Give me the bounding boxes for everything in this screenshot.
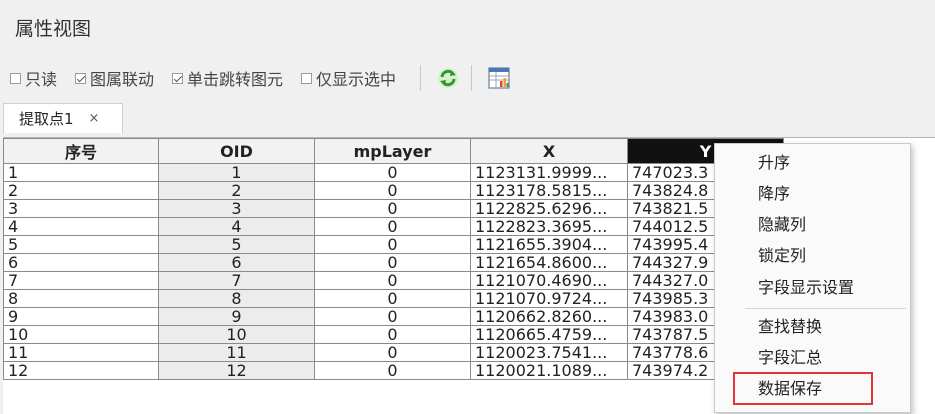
cell-mplayer[interactable]: 0 (314, 361, 471, 380)
cell-mplayer[interactable]: 0 (314, 307, 471, 326)
column-header-x[interactable]: X (470, 138, 628, 164)
checkbox-label: 仅显示选中 (316, 70, 397, 89)
table-row[interactable]: 12 12 0 1120021.1089... 743974.2 (3, 361, 784, 380)
cell-index[interactable]: 4 (3, 217, 159, 236)
cell-oid[interactable]: 3 (158, 199, 315, 218)
readonly-checkbox[interactable]: 只读 (10, 66, 57, 90)
cell-mplayer[interactable]: 0 (314, 271, 471, 290)
refresh-icon (438, 68, 459, 88)
cell-mplayer[interactable]: 0 (314, 217, 471, 236)
table-row[interactable]: 1 1 0 1123131.9999... 747023.3 (3, 163, 784, 182)
menu-item-hide-column[interactable]: 隐藏列 (758, 212, 806, 238)
cell-index[interactable]: 10 (3, 325, 159, 344)
cell-index[interactable]: 5 (3, 235, 159, 254)
cell-mplayer[interactable]: 0 (314, 163, 471, 182)
toolbar-divider (420, 65, 422, 91)
cell-oid[interactable]: 8 (158, 289, 315, 308)
cell-x[interactable]: 1120662.8260... (470, 307, 628, 326)
click-jump-checkbox[interactable]: 单击跳转图元 (172, 66, 283, 90)
table-row[interactable]: 3 3 0 1122825.6296... 743821.5 (3, 199, 784, 218)
cell-oid[interactable]: 12 (158, 361, 315, 380)
column-header-oid[interactable]: OID (158, 138, 315, 164)
cell-index[interactable]: 3 (3, 199, 159, 218)
table-row[interactable]: 8 8 0 1121070.9724... 743985.3 (3, 289, 784, 308)
table-row[interactable]: 2 2 0 1123178.5815... 743824.8 (3, 181, 784, 200)
cell-x[interactable]: 1121070.4690... (470, 271, 628, 290)
cell-x[interactable]: 1120665.4759... (470, 325, 628, 344)
table-row[interactable]: 7 7 0 1121070.4690... 744327.0 (3, 271, 784, 290)
window-title: 属性视图 (15, 18, 92, 40)
cell-mplayer[interactable]: 0 (314, 289, 471, 308)
table-row[interactable]: 9 9 0 1120662.8260... 743983.0 (3, 307, 784, 326)
table-chart-icon (488, 67, 510, 89)
table-row[interactable]: 4 4 0 1122823.3695... 744012.5 (3, 217, 784, 236)
checkbox-label: 图属联动 (90, 70, 155, 89)
column-header-mplayer[interactable]: mpLayer (314, 138, 471, 164)
menu-item-field-display-settings[interactable]: 字段显示设置 (758, 275, 854, 301)
cell-oid[interactable]: 11 (158, 343, 315, 362)
cell-oid[interactable]: 7 (158, 271, 315, 290)
menu-item-save-data[interactable]: 数据保存 (758, 376, 822, 402)
toolbar-divider (471, 65, 473, 91)
cell-x[interactable]: 1120023.7541... (470, 343, 628, 362)
cell-oid[interactable]: 4 (158, 217, 315, 236)
cell-mplayer[interactable]: 0 (314, 235, 471, 254)
cell-mplayer[interactable]: 0 (314, 325, 471, 344)
table-row[interactable]: 5 5 0 1121655.3904... 743995.4 (3, 235, 784, 254)
cell-index[interactable]: 1 (3, 163, 159, 182)
menu-item-sort-descending[interactable]: 降序 (758, 181, 790, 207)
checkbox-box[interactable] (75, 72, 87, 84)
toolbar: 只读 图属联动 单击跳转图元 仅显示选中 (10, 65, 516, 91)
cell-x[interactable]: 1123178.5815... (470, 181, 628, 200)
menu-item-sort-ascending[interactable]: 升序 (758, 150, 790, 176)
cell-oid[interactable]: 9 (158, 307, 315, 326)
table-row[interactable]: 10 10 0 1120665.4759... 743787.5 (3, 325, 784, 344)
cell-index[interactable]: 9 (3, 307, 159, 326)
table-header-row: 序号 OID mpLayer X Y (3, 138, 784, 164)
show-selected-only-checkbox[interactable]: 仅显示选中 (301, 66, 396, 90)
cell-x[interactable]: 1120021.1089... (470, 361, 628, 380)
cell-index[interactable]: 6 (3, 253, 159, 272)
cell-x[interactable]: 1122823.3695... (470, 217, 628, 236)
menu-item-lock-column[interactable]: 锁定列 (758, 243, 806, 269)
table-row[interactable]: 6 6 0 1121654.8600... 744327.9 (3, 253, 784, 272)
cell-oid[interactable]: 6 (158, 253, 315, 272)
statistics-button[interactable] (486, 65, 512, 91)
cell-x[interactable]: 1122825.6296... (470, 199, 628, 218)
checkbox-label: 只读 (25, 70, 58, 89)
cell-index[interactable]: 7 (3, 271, 159, 290)
checkbox-box[interactable] (172, 72, 184, 84)
cell-index[interactable]: 12 (3, 361, 159, 380)
cell-x[interactable]: 1121070.9724... (470, 289, 628, 308)
cell-oid[interactable]: 2 (158, 181, 315, 200)
checkbox-box[interactable] (10, 72, 21, 84)
cell-mplayer[interactable]: 0 (314, 343, 471, 362)
menu-divider (745, 308, 906, 309)
column-header-index[interactable]: 序号 (3, 138, 159, 164)
tab-extract-points[interactable]: 提取点1 × (3, 103, 123, 133)
cell-index[interactable]: 8 (3, 289, 159, 308)
cell-oid[interactable]: 10 (158, 325, 315, 344)
cell-mplayer[interactable]: 0 (314, 199, 471, 218)
cell-x[interactable]: 1121655.3904... (470, 235, 628, 254)
map-attribute-link-checkbox[interactable]: 图属联动 (75, 66, 154, 90)
cell-mplayer[interactable]: 0 (314, 181, 471, 200)
cell-mplayer[interactable]: 0 (314, 253, 471, 272)
cell-oid[interactable]: 5 (158, 235, 315, 254)
cell-index[interactable]: 11 (3, 343, 159, 362)
menu-item-find-replace[interactable]: 查找替换 (758, 314, 822, 340)
table-row[interactable]: 11 11 0 1120023.7541... 743778.6 (3, 343, 784, 362)
menu-item-field-summary[interactable]: 字段汇总 (758, 345, 822, 371)
cell-index[interactable]: 2 (3, 181, 159, 200)
cell-oid[interactable]: 1 (158, 163, 315, 182)
close-icon[interactable]: × (89, 111, 100, 126)
column-context-menu: 升序 降序 隐藏列 锁定列 字段显示设置 查找替换 字段汇总 数据保存 (714, 143, 911, 413)
checkbox-label: 单击跳转图元 (187, 70, 284, 89)
refresh-button[interactable] (435, 65, 461, 91)
tab-label: 提取点1 (19, 110, 74, 128)
cell-x[interactable]: 1123131.9999... (470, 163, 628, 182)
cell-x[interactable]: 1121654.8600... (470, 253, 628, 272)
checkbox-box[interactable] (301, 72, 313, 84)
